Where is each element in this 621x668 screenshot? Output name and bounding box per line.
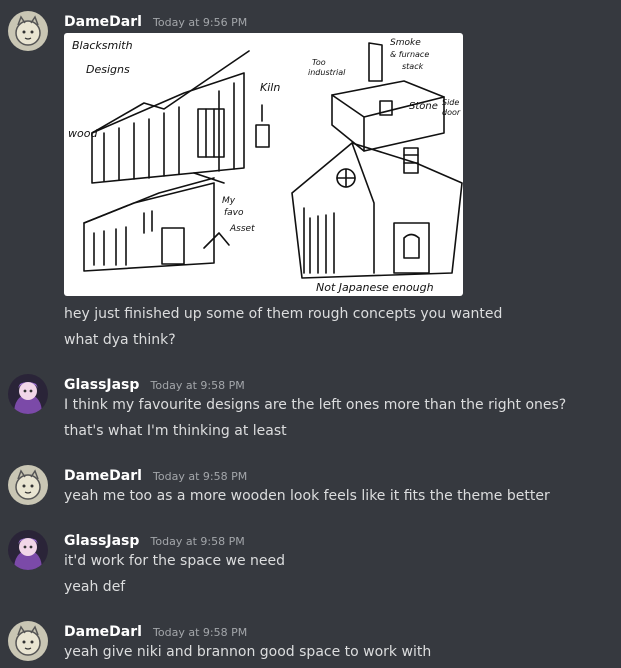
message-line: that's what I'm thinking at least <box>64 423 287 439</box>
author-name[interactable]: GlassJasp <box>64 533 139 549</box>
author-name[interactable]: DameDarl <box>64 624 142 640</box>
timestamp: Today at 9:56 PM <box>153 16 248 29</box>
svg-text:Smoke: Smoke <box>390 38 421 48</box>
glassjasp-avatar-icon[interactable] <box>8 530 48 570</box>
author-name[interactable]: DameDarl <box>64 14 142 30</box>
damedarl-avatar-icon[interactable] <box>8 621 48 661</box>
message-header: GlassJasp Today at 9:58 PM <box>64 530 245 549</box>
timestamp: Today at 9:58 PM <box>153 470 248 483</box>
message-line: yeah me too as a more wooden look feels … <box>64 488 550 504</box>
glassjasp-avatar-icon[interactable] <box>8 374 48 414</box>
svg-text:Not Japanese enough: Not Japanese enough <box>316 281 434 294</box>
message-line: what dya think? <box>64 332 176 348</box>
timestamp: Today at 9:58 PM <box>150 535 245 548</box>
message-header: GlassJasp Today at 9:58 PM <box>64 374 245 393</box>
sketch-title-label: Blacksmith <box>72 39 133 52</box>
message-header: DameDarl Today at 9:56 PM <box>64 11 247 30</box>
timestamp: Today at 9:58 PM <box>153 626 248 639</box>
svg-text:Asset: Asset <box>229 224 255 234</box>
svg-text:Stone: Stone <box>409 101 438 112</box>
blacksmith-sketch-image: Blacksmith Designs wood Kiln Too industr… <box>68 38 463 294</box>
svg-text:Designs: Designs <box>86 63 130 76</box>
svg-text:& furnace: & furnace <box>390 50 429 59</box>
svg-text:wood: wood <box>68 127 98 140</box>
timestamp: Today at 9:58 PM <box>150 379 245 392</box>
svg-text:favo: favo <box>224 208 244 218</box>
author-name[interactable]: GlassJasp <box>64 377 139 393</box>
image-attachment[interactable]: Blacksmith Designs wood Kiln Too industr… <box>64 33 463 296</box>
message-line: it'd work for the space we need <box>64 553 286 569</box>
svg-text:door: door <box>442 108 461 117</box>
damedarl-avatar-icon[interactable] <box>8 11 48 51</box>
author-name[interactable]: DameDarl <box>64 468 142 484</box>
message-line: yeah def <box>64 579 126 595</box>
svg-text:stack: stack <box>402 62 424 71</box>
message-line: I think my favourite designs are the lef… <box>64 397 567 413</box>
chat-log: DameDarl Today at 9:56 PM Blacksmith Des… <box>0 0 621 668</box>
message-line: hey just finished up some of them rough … <box>64 306 503 322</box>
svg-text:Side: Side <box>442 98 459 107</box>
message-header: DameDarl Today at 9:58 PM <box>64 465 247 484</box>
svg-text:Too: Too <box>312 58 326 67</box>
svg-text:industrial: industrial <box>308 68 346 77</box>
message-line: yeah give niki and brannon good space to… <box>64 644 432 660</box>
damedarl-avatar-icon[interactable] <box>8 465 48 505</box>
svg-text:My: My <box>222 196 236 206</box>
svg-text:Kiln: Kiln <box>260 81 280 94</box>
message-header: DameDarl Today at 9:58 PM <box>64 621 247 640</box>
